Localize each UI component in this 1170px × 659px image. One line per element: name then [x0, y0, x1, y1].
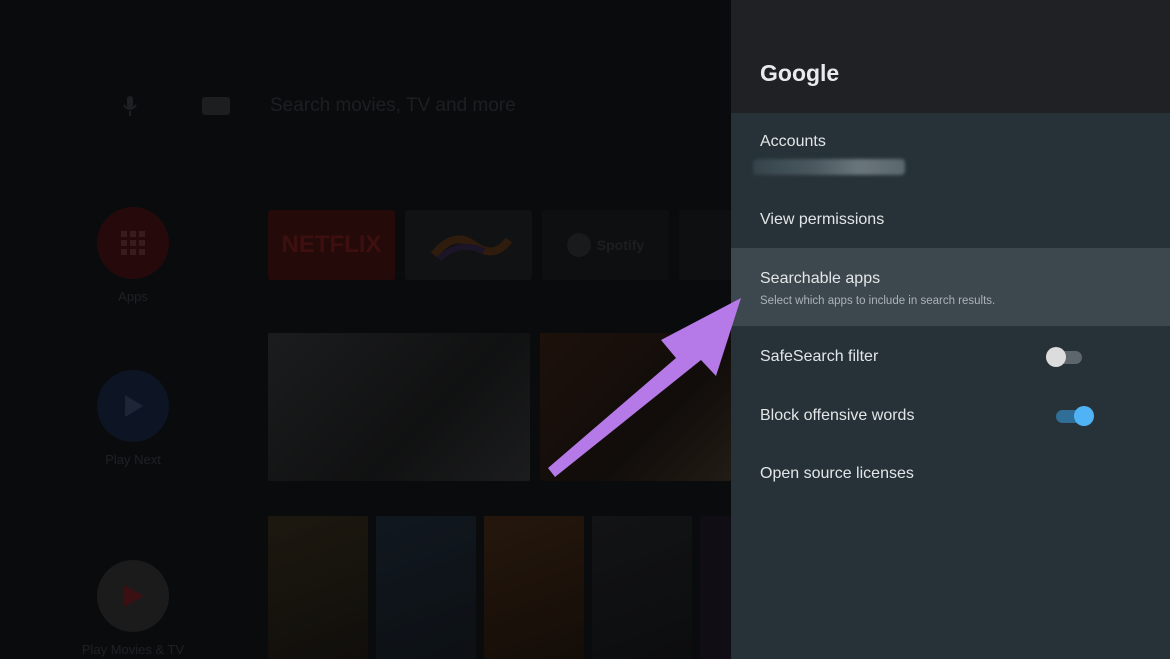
item-subtitle: Select which apps to include in search r… [760, 295, 996, 307]
google-settings-panel: Google Accounts View permissions Searcha… [731, 0, 1170, 659]
menu-item-open-source-licenses[interactable]: Open source licenses [731, 444, 1170, 502]
toggle-thumb [1046, 347, 1066, 367]
item-title: Block offensive words [760, 407, 915, 424]
menu-item-searchable-apps[interactable]: Searchable apps Select which apps to inc… [731, 248, 1170, 326]
dim-overlay [0, 0, 731, 659]
item-title: SafeSearch filter [760, 348, 879, 365]
menu-item-accounts[interactable]: Accounts [731, 113, 1170, 193]
menu-item-view-permissions[interactable]: View permissions [731, 193, 1170, 248]
panel-title: Google [760, 60, 840, 86]
account-email-redacted [753, 159, 905, 175]
menu-item-safesearch-filter[interactable]: SafeSearch filter [731, 326, 1170, 386]
toggle-thumb [1074, 406, 1094, 426]
panel-header: Google [731, 0, 1170, 113]
safesearch-toggle[interactable] [1046, 345, 1090, 367]
item-title: Searchable apps [760, 270, 881, 287]
item-title: Accounts [760, 133, 826, 150]
android-tv-home-background: Search movies, TV and more Apps Play Nex… [0, 0, 731, 659]
block-offensive-words-toggle[interactable] [1056, 404, 1100, 426]
item-title: Open source licenses [760, 465, 914, 482]
item-title: View permissions [760, 211, 885, 228]
menu-item-block-offensive-words[interactable]: Block offensive words [731, 386, 1170, 444]
